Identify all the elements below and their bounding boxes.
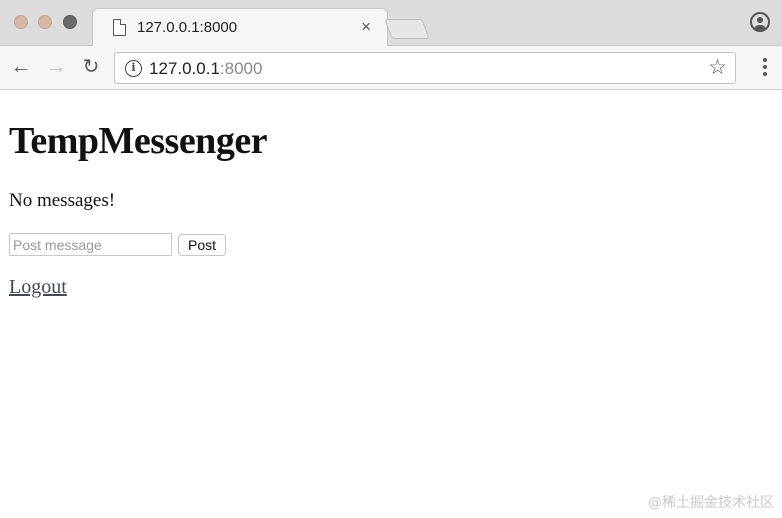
tab-title: 127.0.0.1:8000 <box>137 19 238 36</box>
tab-close-icon[interactable]: × <box>361 17 371 37</box>
address-bar[interactable]: i 127.0.0.1:8000 ☆ <box>114 52 736 84</box>
url-port: :8000 <box>219 59 263 78</box>
close-window-button[interactable] <box>14 15 28 29</box>
url-text[interactable]: 127.0.0.1:8000 <box>149 59 262 79</box>
empty-messages-text: No messages! <box>9 190 116 211</box>
browser-toolbar: ← → ↻ i 127.0.0.1:8000 ☆ <box>0 46 782 90</box>
info-icon[interactable]: i <box>125 60 142 77</box>
post-message-input[interactable] <box>9 233 172 256</box>
new-tab-button[interactable] <box>384 19 430 39</box>
forward-arrow-icon[interactable]: → <box>44 56 68 80</box>
url-host: 127.0.0.1 <box>149 59 220 78</box>
page-title: TempMessenger <box>9 120 268 162</box>
page-content: TempMessenger No messages! Post Logout @… <box>0 91 782 518</box>
kebab-menu-icon[interactable] <box>762 58 768 78</box>
maximize-window-button[interactable] <box>63 15 77 29</box>
reload-icon[interactable]: ↻ <box>79 56 103 80</box>
post-button[interactable]: Post <box>178 234 226 256</box>
logout-link[interactable]: Logout <box>9 276 67 299</box>
account-circle-icon[interactable] <box>750 12 770 32</box>
tab-strip: 127.0.0.1:8000 × <box>0 0 782 47</box>
back-arrow-icon[interactable]: ← <box>9 56 33 80</box>
watermark-text: @稀土掘金技术社区 <box>648 495 774 511</box>
bookmark-star-icon[interactable]: ☆ <box>708 57 727 79</box>
minimize-window-button[interactable] <box>38 15 52 29</box>
document-icon <box>113 19 126 36</box>
tab-active[interactable]: 127.0.0.1:8000 × <box>92 8 388 47</box>
